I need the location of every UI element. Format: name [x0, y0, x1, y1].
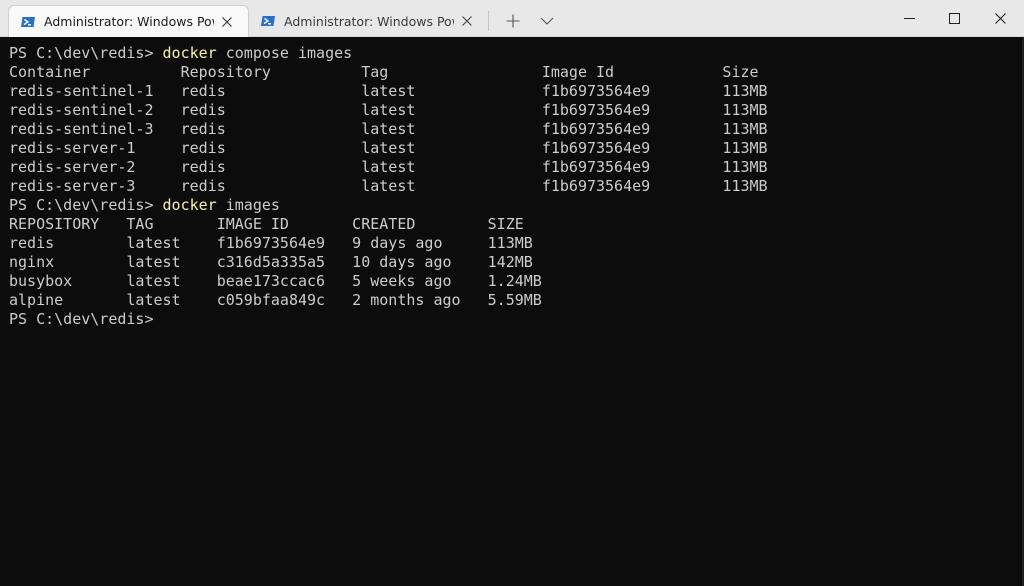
maximize-button[interactable] — [931, 0, 977, 36]
tab-powershell-1[interactable]: Administrator: Windows PowerShell — [8, 5, 249, 37]
prompt-line: PS C:\dev\redis> docker images — [9, 196, 1024, 215]
powershell-icon — [21, 16, 35, 27]
prompt-line: PS C:\dev\redis> — [9, 310, 1024, 329]
minimize-icon — [903, 17, 915, 19]
plus-icon — [506, 14, 520, 28]
output-line: redis-server-1 redis latest f1b6973564e9… — [9, 139, 768, 157]
prompt-line: PS C:\dev\redis> docker compose images — [9, 44, 1024, 63]
command-args: compose images — [216, 44, 353, 62]
tab-powershell-2[interactable]: Administrator: Windows PowerShell — [250, 5, 487, 37]
output-line: redis latest f1b6973564e9 9 days ago 113… — [9, 234, 533, 252]
output-line: redis-sentinel-1 redis latest f1b6973564… — [9, 82, 768, 100]
prompt: PS C:\dev\redis> — [9, 310, 163, 328]
output-line: REPOSITORY TAG IMAGE ID CREATED SIZE — [9, 215, 524, 233]
output-line: redis-sentinel-2 redis latest f1b6973564… — [9, 101, 768, 119]
terminal-window: Administrator: Windows PowerShell Admini… — [0, 0, 1024, 586]
tab-title: Administrator: Windows PowerShell — [284, 13, 454, 29]
new-tab-button[interactable] — [500, 8, 526, 34]
output-line: redis-server-3 redis latest f1b6973564e9… — [9, 177, 768, 195]
powershell-icon — [261, 16, 275, 26]
terminal-output[interactable]: PS C:\dev\redis> docker compose images Co… — [0, 37, 1024, 586]
close-tab-icon[interactable] — [456, 10, 478, 32]
command: docker — [162, 44, 217, 62]
close-icon — [994, 12, 1006, 24]
prompt: PS C:\dev\redis> — [9, 44, 163, 62]
close-tab-icon[interactable] — [216, 11, 238, 33]
prompt: PS C:\dev\redis> — [9, 196, 163, 214]
tab-separator — [488, 11, 489, 31]
output-line: nginx latest c316d5a335a5 10 days ago 14… — [9, 253, 533, 271]
output-line: redis-sentinel-3 redis latest f1b6973564… — [9, 120, 768, 138]
tab-title: Administrator: Windows PowerShell — [44, 14, 214, 29]
output-line: Container Repository Tag Image Id Size — [9, 63, 759, 81]
maximize-icon — [948, 12, 960, 24]
command-args: images — [216, 196, 280, 214]
close-window-button[interactable] — [977, 0, 1023, 36]
output-line: redis-server-2 redis latest f1b6973564e9… — [9, 158, 768, 176]
command: docker — [162, 196, 217, 214]
title-bar: Administrator: Windows PowerShell Admini… — [0, 0, 1024, 37]
output-line: alpine latest c059bfaa849c 2 months ago … — [9, 291, 542, 309]
chevron-down-icon — [540, 17, 554, 25]
tab-dropdown-button[interactable] — [534, 8, 560, 34]
output-line: busybox latest beae173ccac6 5 weeks ago … — [9, 272, 542, 290]
minimize-button[interactable] — [886, 0, 932, 36]
